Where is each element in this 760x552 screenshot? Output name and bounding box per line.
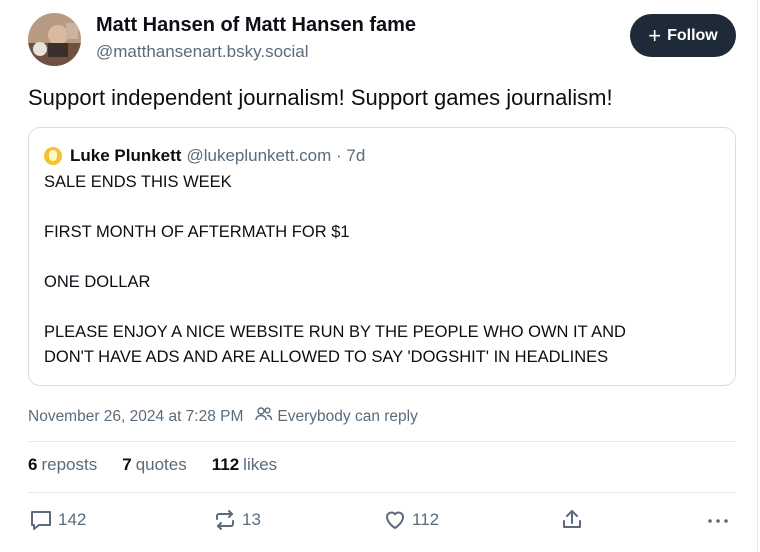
reposts-label: reposts [41,455,98,474]
post-timestamp[interactable]: November 26, 2024 at 7:28 PM [28,408,243,426]
reply-icon [31,511,51,530]
action-bar: 142 13 112 [28,507,736,537]
more-options-button[interactable] [706,507,730,533]
people-icon [255,406,273,427]
quoted-text-line: ONE DOLLAR [44,273,151,291]
quotes-stat[interactable]: 7 quotes [122,455,187,475]
quoted-text-line: PLEASE ENJOY A NICE WEBSITE RUN BY THE P… [44,323,626,341]
author-avatar[interactable] [28,13,81,66]
likes-count: 112 [211,455,240,474]
quoted-author-avatar[interactable] [44,147,62,165]
share-button[interactable] [559,507,585,533]
divider [28,441,736,442]
repost-button[interactable]: 13 [212,507,261,533]
quoted-post[interactable]: Luke Plunkett @lukeplunkett.com · 7d SAL… [28,127,736,386]
ellipsis-icon [708,519,728,523]
likes-stat[interactable]: 112 likes [212,455,277,475]
reposts-stat[interactable]: 6 reposts [28,455,97,475]
quoted-post-header: Luke Plunkett @lukeplunkett.com · 7d [44,146,365,166]
follow-label: Follow [667,26,718,44]
post-card: Matt Hansen of Matt Hansen fame @matthan… [0,0,760,552]
reply-setting[interactable]: Everybody can reply [277,408,417,426]
quoted-author-handle-time: @lukeplunkett.com · 7d [186,146,366,165]
repost-count: 13 [242,510,261,529]
likes-label: likes [243,455,278,474]
quoted-text-line: FIRST MONTH OF AFTERMATH FOR $1 [44,223,350,241]
reply-button[interactable]: 142 [28,507,86,533]
quotes-label: quotes [135,455,187,474]
share-icon [563,510,581,528]
plus-icon: + [648,22,662,48]
quoted-text-line: DON'T HAVE ADS AND ARE ALLOWED TO SAY 'D… [44,348,609,366]
quoted-text-line: SALE ENDS THIS WEEK [44,173,232,191]
post-text: Support independent journalism! Support … [28,85,613,110]
quotes-count: 7 [122,455,132,474]
post-meta: November 26, 2024 at 7:28 PM Everybody c… [28,406,418,427]
right-border [757,0,758,552]
author-display-name[interactable]: Matt Hansen of Matt Hansen fame [96,14,416,37]
quoted-author-name[interactable]: Luke Plunkett [70,146,181,166]
like-count: 112 [412,510,440,529]
heart-icon [386,511,404,529]
divider [28,492,736,493]
reply-count: 142 [58,510,87,529]
repost-icon [216,510,234,530]
follow-button[interactable]: + Follow [630,14,736,57]
engagement-stats: 6 reposts 7 quotes 112 likes [28,455,302,475]
author-handle[interactable]: @matthansenart.bsky.social [96,42,309,62]
reposts-count: 6 [28,455,38,474]
like-button[interactable]: 112 [382,507,439,533]
